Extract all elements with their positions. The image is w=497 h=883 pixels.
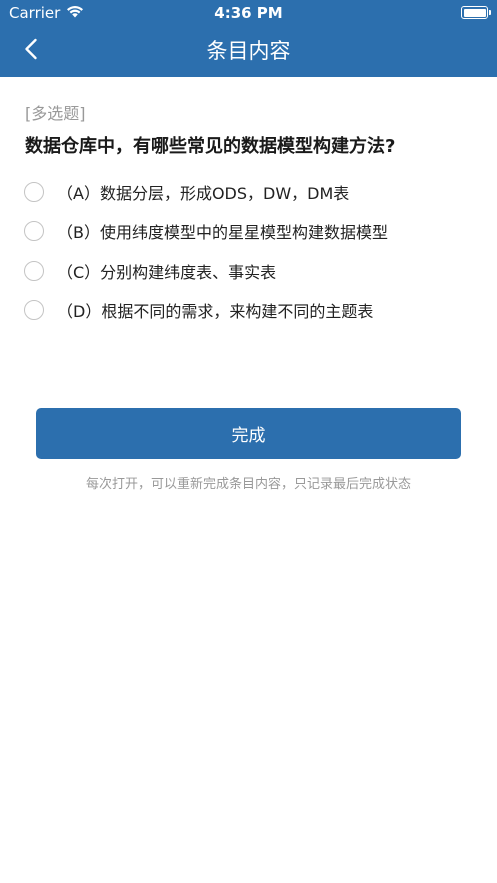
option-a[interactable]: （A）数据分层，形成ODS，DW，DM表 [24,172,474,212]
option-label: （D）根据不同的需求，来构建不同的主题表 [57,302,374,322]
option-d[interactable]: （D）根据不同的需求，来构建不同的主题表 [24,291,474,331]
radio-unchecked-icon[interactable] [24,181,44,202]
hint-text: 每次打开，可以重新完成条目内容，只记录最后完成状态 [85,477,411,492]
radio-unchecked-icon[interactable] [24,221,44,242]
radio-unchecked-icon[interactable] [24,260,44,281]
status-bar: Carrier 4:36 PM [0,0,497,26]
battery-full-icon [461,6,491,19]
clock: 4:36 PM [214,4,283,22]
page-title: 条目内容 [206,39,291,63]
question-type-label: [多选题] [25,104,86,123]
option-label: （C）分别构建纬度表、事实表 [57,262,277,282]
option-b[interactable]: （B）使用纬度模型中的星星模型构建数据模型 [24,212,474,252]
option-label: （B）使用纬度模型中的星星模型构建数据模型 [57,223,388,243]
options-list: （A）数据分层，形成ODS，DW，DM表 （B）使用纬度模型中的星星模型构建数据… [24,172,474,330]
option-c[interactable]: （C）分别构建纬度表、事实表 [24,251,474,291]
done-button[interactable]: 完成 [36,408,461,459]
nav-bar: Carrier 4:36 PM 条目内容 [0,0,497,77]
option-label: （A）数据分层，形成ODS，DW，DM表 [57,183,350,203]
question-text: 数据仓库中，有哪些常见的数据模型构建方法? [25,136,396,157]
radio-unchecked-icon[interactable] [24,300,44,321]
